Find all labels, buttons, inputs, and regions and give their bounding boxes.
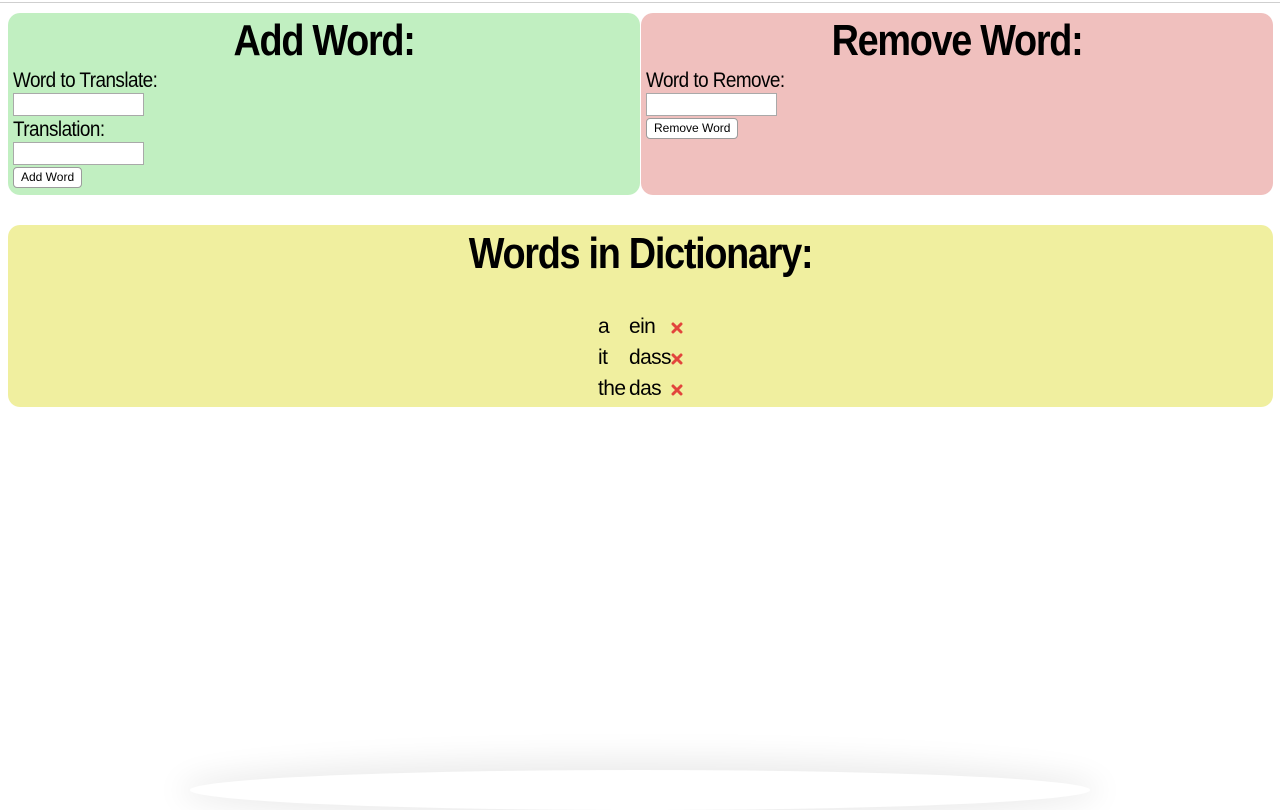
dictionary-translation: ein [629, 314, 656, 338]
remove-word-button[interactable]: Remove Word [646, 118, 739, 139]
dictionary-table: a ein it dass the das [598, 311, 683, 404]
delete-entry-cell [671, 311, 683, 342]
add-word-title: Add Word: [233, 16, 415, 65]
close-icon[interactable] [671, 378, 683, 395]
dictionary-panel: Words in Dictionary: a ein it dass the d… [8, 225, 1273, 407]
close-icon[interactable] [671, 347, 683, 364]
dictionary-translation: dass [629, 345, 672, 369]
dictionary-word: the [598, 376, 626, 400]
dictionary-word: it [598, 345, 608, 369]
dictionary-row: the das [598, 373, 683, 404]
dictionary-translation: das [629, 376, 662, 400]
dictionary-title: Words in Dictionary: [468, 229, 814, 278]
word-to-translate-label: Word to Translate: [13, 69, 158, 92]
word-to-remove-label: Word to Remove: [646, 69, 785, 92]
dictionary-row: a ein [598, 311, 683, 342]
top-divider [0, 2, 1280, 3]
bottom-shadow [190, 770, 1090, 810]
delete-entry-cell [671, 373, 683, 404]
remove-word-title: Remove Word: [831, 16, 1084, 65]
word-to-remove-input[interactable] [646, 93, 777, 116]
word-to-translate-input[interactable] [13, 93, 144, 116]
add-word-panel: Add Word: Word to Translate: Translation… [8, 13, 640, 195]
translation-input[interactable] [13, 142, 144, 165]
add-word-button[interactable]: Add Word [13, 167, 83, 188]
remove-word-panel: Remove Word: Word to Remove: Remove Word [641, 13, 1273, 195]
dictionary-row: it dass [598, 342, 683, 373]
translation-label: Translation: [13, 118, 105, 141]
close-icon[interactable] [671, 316, 683, 333]
delete-entry-cell [671, 342, 683, 373]
dictionary-word: a [598, 314, 610, 338]
